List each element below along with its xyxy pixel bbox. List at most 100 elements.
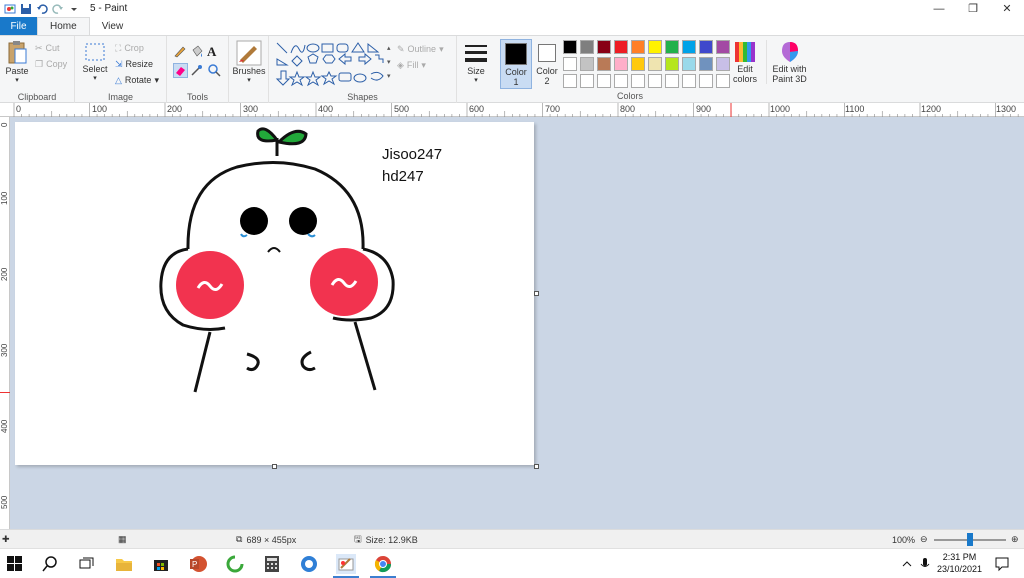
palette-swatch[interactable] (716, 40, 730, 54)
palette-swatch[interactable] (682, 74, 696, 88)
size-dropdown-icon[interactable]: ▾ (474, 76, 478, 86)
green-app-taskbar[interactable] (225, 554, 245, 574)
palette-swatch[interactable] (665, 57, 679, 71)
palette-swatch[interactable] (716, 74, 730, 88)
rotate-button[interactable]: △ Rotate ▾ (115, 72, 159, 88)
palette-swatch[interactable] (648, 57, 662, 71)
palette-swatch[interactable] (682, 40, 696, 54)
palette-swatch[interactable] (665, 74, 679, 88)
select-button[interactable]: Select ▾ (81, 42, 109, 84)
edit-colors-button[interactable]: Edit colors (730, 40, 760, 84)
palette-swatch[interactable] (597, 40, 611, 54)
resize-handle-corner[interactable] (534, 464, 539, 469)
palette-swatch[interactable] (563, 74, 577, 88)
quick-access-toolbar (0, 0, 80, 17)
show-hidden-icons-button[interactable] (900, 554, 914, 574)
color2-button[interactable]: Color 2 (534, 42, 560, 86)
palette-swatch[interactable] (631, 40, 645, 54)
palette-swatch[interactable] (597, 57, 611, 71)
resize-handle-bottom[interactable] (272, 464, 277, 469)
customize-quick-access-icon[interactable] (68, 3, 80, 15)
palette-swatch[interactable] (682, 57, 696, 71)
palette-swatch[interactable] (699, 74, 713, 88)
ruler-label-1300: 1300 (996, 104, 1017, 114)
zoom-out-button[interactable]: ⊖ (920, 530, 928, 549)
tab-file[interactable]: File (0, 17, 37, 35)
palette-swatch[interactable] (614, 74, 628, 88)
task-view-button[interactable] (77, 554, 97, 574)
color-picker-icon[interactable] (190, 63, 207, 82)
tab-view[interactable]: View (90, 17, 136, 35)
ruler-label-800: 800 (620, 104, 636, 114)
palette-swatch[interactable] (631, 57, 645, 71)
powerpoint-taskbar[interactable]: P (188, 554, 208, 574)
shapes-scroll[interactable]: ▴ ▾ ▾ (387, 42, 395, 84)
browser-taskbar[interactable] (299, 554, 319, 574)
resize-handle-right[interactable] (534, 291, 539, 296)
chrome-taskbar[interactable] (373, 554, 393, 574)
fill-bucket-icon[interactable] (190, 44, 207, 63)
magnifier-icon[interactable] (207, 63, 224, 82)
cut-button[interactable]: ✂ Cut (35, 40, 67, 56)
vruler-label-0: 0 (0, 122, 9, 127)
minimize-button[interactable]: — (922, 0, 956, 17)
palette-swatch[interactable] (597, 74, 611, 88)
fill-button[interactable]: ◈ Fill ▾ (397, 57, 444, 73)
paste-button[interactable]: Paste ▾ (4, 40, 30, 86)
tab-home[interactable]: Home (37, 17, 90, 35)
image-group-label: Image (107, 92, 133, 102)
maximize-button[interactable]: ❐ (956, 0, 990, 17)
palette-swatch[interactable] (580, 57, 594, 71)
copy-button[interactable]: ❐ Copy (35, 56, 67, 72)
palette-swatch[interactable] (648, 74, 662, 88)
canvas-text-line-1: Jisoo247 (382, 146, 443, 163)
undo-icon[interactable] (36, 3, 48, 15)
palette-swatch[interactable] (614, 40, 628, 54)
shapes-gallery[interactable] (275, 41, 387, 89)
dimensions-text: 689 × 455px (246, 534, 297, 545)
palette-swatch[interactable] (614, 57, 628, 71)
text-tool-icon[interactable]: A (207, 44, 224, 63)
taskbar-clock[interactable]: 2:31 PM 23/10/2021 (937, 551, 982, 575)
palette-swatch[interactable] (699, 57, 713, 71)
start-button[interactable] (5, 554, 25, 574)
palette-swatch[interactable] (563, 40, 577, 54)
palette-swatch[interactable] (580, 74, 594, 88)
palette-swatch[interactable] (665, 40, 679, 54)
brushes-button[interactable]: Brushes ▾ (232, 40, 266, 86)
close-button[interactable]: ✕ (990, 0, 1024, 17)
palette-swatch[interactable] (563, 57, 577, 71)
search-button[interactable] (40, 554, 60, 574)
edit-with-paint3d-button[interactable]: Edit with Paint 3D (766, 40, 812, 84)
select-dropdown-icon[interactable]: ▾ (93, 74, 97, 84)
file-explorer-taskbar[interactable] (114, 554, 134, 574)
microphone-button[interactable] (918, 554, 932, 574)
palette-swatch[interactable] (580, 40, 594, 54)
outline-button[interactable]: ✎ Outline ▾ (397, 41, 444, 57)
store-taskbar[interactable] (151, 554, 171, 574)
drawing-canvas[interactable]: Jisoo247 hd247 (15, 122, 534, 465)
resize-button[interactable]: ⇲ Resize (115, 56, 159, 72)
zoom-in-button[interactable]: ⊕ (1011, 530, 1019, 549)
palette-swatch[interactable] (631, 74, 645, 88)
paint-taskbar[interactable] (336, 554, 356, 574)
pencil-icon[interactable] (173, 44, 190, 63)
crop-button[interactable]: ⛶ Crop (115, 40, 159, 56)
palette-swatch[interactable] (699, 40, 713, 54)
palette-swatch[interactable] (648, 40, 662, 54)
brushes-dropdown-icon[interactable]: ▾ (247, 76, 251, 86)
notifications-button[interactable] (992, 554, 1012, 574)
eraser-icon[interactable] (173, 63, 188, 78)
save-icon[interactable] (20, 3, 32, 15)
calculator-taskbar[interactable] (262, 554, 282, 574)
refresh-app-icon (226, 555, 244, 573)
zoom-slider-thumb[interactable] (967, 533, 973, 546)
size-button[interactable]: Size ▾ (461, 42, 491, 86)
cut-label: Cut (45, 43, 60, 53)
palette-swatch[interactable] (716, 57, 730, 71)
brushes-group: Brushes ▾ (229, 36, 269, 103)
paste-dropdown-icon[interactable]: ▾ (15, 76, 19, 86)
rotate-dropdown-icon[interactable]: ▾ (154, 75, 159, 86)
redo-icon[interactable] (52, 3, 64, 15)
color1-button[interactable]: Color 1 (500, 39, 532, 89)
